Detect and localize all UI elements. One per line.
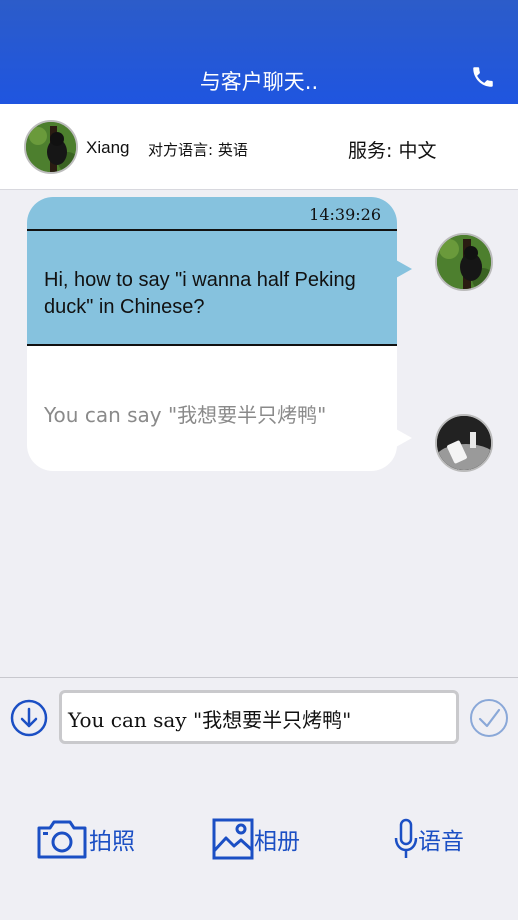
divider	[27, 344, 397, 346]
translated-message-text: You can say "我想要半只烤鸭"	[44, 403, 327, 427]
message-input[interactable]: You can say "我想要半只烤鸭"	[59, 690, 459, 744]
original-message-section: 14:39:26 Hi, how to say "i wanna half Pe…	[27, 197, 397, 346]
composer-divider	[0, 677, 518, 678]
photo-album-label: 相册	[254, 829, 300, 855]
conversation-info-bar: Xiang 对方语言: 英语 服务: 中文	[0, 104, 518, 190]
camera-label: 拍照	[89, 829, 135, 855]
bubble-tail	[396, 429, 412, 447]
arrow-down-circle-icon[interactable]	[10, 699, 48, 737]
peer-language-label: 对方语言: 英语	[148, 141, 248, 159]
page-title: 与客户聊天..	[199, 70, 319, 94]
service-avatar[interactable]	[435, 414, 493, 472]
photo-album-icon	[212, 818, 254, 860]
voice-label: 语音	[418, 829, 464, 855]
voice-button[interactable]: 语音	[394, 816, 464, 862]
service-language-label: 服务: 中文	[348, 140, 437, 162]
header-bar: 与客户聊天..	[0, 0, 518, 104]
customer-avatar[interactable]	[24, 120, 78, 174]
customer-message-avatar[interactable]	[435, 233, 493, 291]
message-timestamp: 14:39:26	[309, 205, 381, 224]
phone-icon[interactable]	[470, 64, 496, 90]
bubble-tail	[396, 260, 412, 278]
divider	[27, 229, 397, 231]
camera-icon	[37, 820, 87, 859]
customer-name: Xiang	[86, 138, 130, 157]
microphone-icon	[394, 818, 418, 858]
camera-button[interactable]: 拍照	[35, 816, 135, 862]
photo-album-button[interactable]: 相册	[212, 816, 300, 862]
original-message-text: Hi, how to say "i wanna half Peking duck…	[44, 269, 356, 318]
message-bubble: 14:39:26 Hi, how to say "i wanna half Pe…	[27, 197, 397, 471]
check-circle-icon[interactable]	[469, 698, 509, 738]
